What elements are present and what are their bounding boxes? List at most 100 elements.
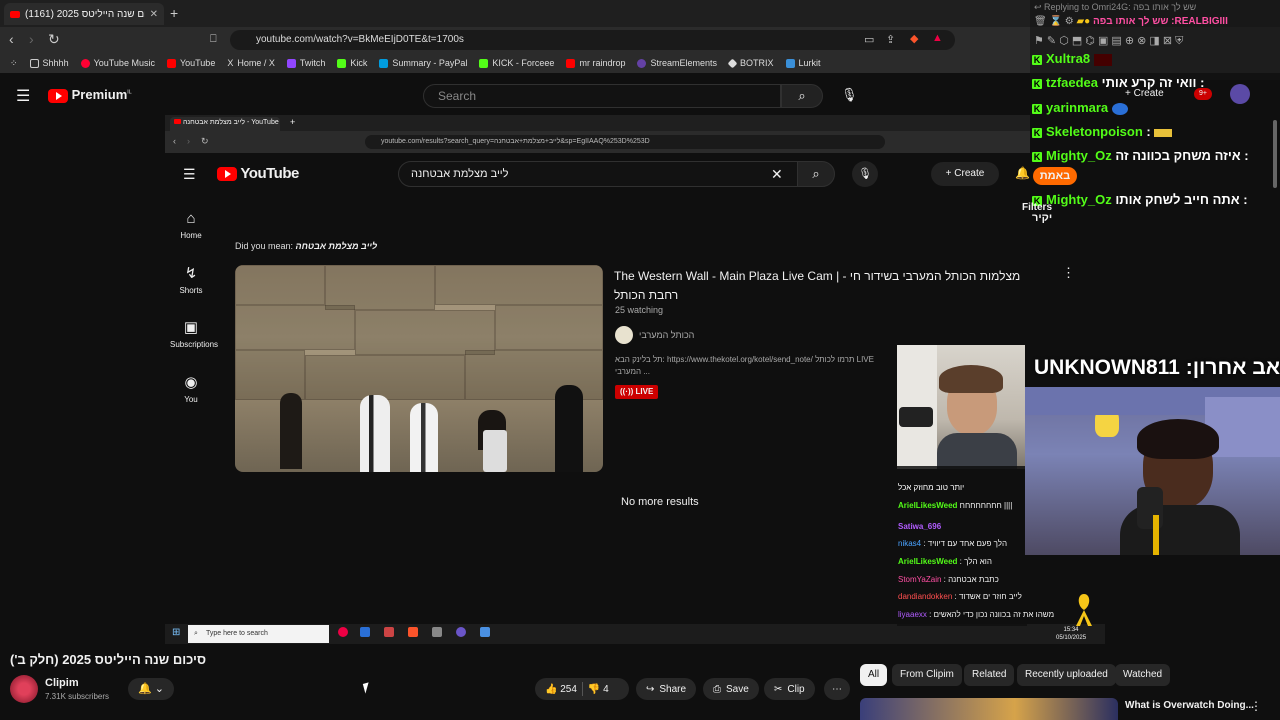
kick-icon: K (1032, 78, 1042, 89)
premium-label: Premium (71, 87, 128, 102)
live-label: LIVE (635, 387, 654, 396)
nav-shorts: ↯ Shorts (170, 264, 212, 295)
inner-create-button: + Create (931, 162, 999, 186)
emote (1093, 53, 1112, 66)
bookmark-item[interactable]: StreamElements (637, 58, 717, 68)
inner-url-text: youtube.com/results?search_query=לייב+מצ… (381, 138, 650, 145)
inner-tab-bar: לייב מצלמת אבטחנה - YouTube + (165, 115, 1030, 131)
recommended-thumbnail[interactable] (860, 698, 1118, 720)
browser-tab[interactable]: (1161) סיכום שנה הייליטס 2025 ✕ (4, 3, 164, 25)
chat-user: Skeletonpoison (1046, 124, 1143, 139)
chat-line: K Mighty_Oz איזה משחק בכוונה זה : (1032, 148, 1249, 163)
emote (1111, 102, 1128, 115)
clip-button[interactable]: ✂ Clip (764, 678, 815, 700)
chip-all[interactable]: All (860, 664, 888, 686)
bookmark-item[interactable]: Summary - PayPal (379, 58, 467, 68)
inner-mic-icon: 🎙 (852, 161, 878, 187)
menu-icon[interactable]: ☰ (16, 86, 30, 106)
inner-chat-line: ArielLikesWeed חחחחחחחח |||| (898, 501, 1012, 510)
share-icon[interactable]: ⇪ (886, 33, 895, 46)
search-button[interactable]: ⌕ (781, 84, 823, 108)
nav-label: You (184, 395, 198, 404)
reload-icon: ↻ (201, 136, 209, 146)
badge-icon: ▰● (1076, 16, 1091, 27)
youtube-icon (174, 119, 181, 124)
apps-icon[interactable]: ⁘ (10, 58, 18, 69)
more-actions-button[interactable]: ⋯ (824, 678, 850, 700)
new-tab-button[interactable]: + (170, 5, 178, 21)
shorts-icon: ↯ (184, 265, 198, 282)
mic-icon[interactable]: 🎙 (841, 87, 858, 103)
taskbar-search: ⌕ Type here to search (188, 625, 329, 643)
chat-message: לייב חוזר ים אשדוד (958, 592, 1022, 601)
bookmark-item[interactable]: YouTube Music (80, 58, 155, 68)
forward-icon[interactable]: › (29, 31, 34, 47)
recommended-title[interactable]: What is Overwatch Doing... (1125, 700, 1254, 711)
channel-avatar[interactable] (10, 675, 38, 703)
emote (1154, 128, 1173, 137)
highlight-badge: באמת (1033, 167, 1077, 185)
nav-home: ⌂ Home (170, 210, 212, 240)
cast-icon[interactable]: ▭ (864, 33, 874, 46)
chip-from-channel[interactable]: From Clipim (892, 664, 962, 686)
youtube-icon (10, 10, 20, 18)
bookmark-item[interactable]: mr raindrop (566, 58, 625, 68)
brave-rewards-icon[interactable]: ▲ (932, 32, 943, 44)
chat-message: אתה חייב לשחק אותו : (1115, 192, 1248, 207)
back-icon: ‹ (173, 136, 176, 146)
reload-icon[interactable]: ↻ (48, 31, 60, 48)
inner-chat-line: dandiandokken : לייב חוזר ים אשדוד (898, 592, 1022, 601)
search-input[interactable]: Search (423, 84, 781, 108)
share-button[interactable]: ↪ Share (636, 678, 697, 700)
chat-message: איזה משחק בכוונה זה : (1115, 148, 1249, 163)
bookmark-item[interactable]: BOTRIX (727, 58, 774, 68)
clear-icon: ✕ (771, 166, 783, 182)
bookmark-item[interactable]: YouTube (166, 58, 215, 68)
taskbar-app-icon (432, 627, 442, 637)
more-options-icon: ⋮ (1062, 265, 1075, 280)
share-icon: ↪ (646, 683, 655, 695)
like-button[interactable]: 👍 254 (545, 684, 577, 695)
taskbar-app-icon (338, 627, 348, 637)
chat-user: Xultra8 (1046, 51, 1091, 66)
did-you-mean-value: לייב מצלמת אבטחה (295, 241, 378, 251)
chip-recently-uploaded[interactable]: Recently uploaded (1017, 664, 1116, 686)
more-options-icon[interactable]: ⋮ (1250, 699, 1262, 713)
bookmark-item[interactable]: X Home / X (227, 58, 275, 68)
avatar (1230, 84, 1250, 104)
back-icon[interactable]: ‹ (9, 31, 14, 47)
youtube-premium-logo[interactable]: PremiumIL (48, 87, 132, 103)
like-dislike-group: 👍 254 👎 4 (535, 678, 629, 700)
inner-chat-line: liyaaexx : משהו את זה בכוונה נכון כדי לה… (898, 610, 1055, 619)
save-button[interactable]: ⎙ Save (703, 678, 759, 700)
channel-name[interactable]: Clipim (45, 677, 79, 689)
chat-scrollbar[interactable] (1273, 120, 1277, 188)
bookmark-item[interactable]: Shhhh (29, 58, 69, 68)
inner-search-input: לייב מצלמת אבטחנה ✕ (398, 161, 798, 187)
bookmark-item[interactable]: Lurkit (785, 58, 821, 68)
shirt (937, 433, 1017, 469)
brave-shield-icon[interactable]: ◆ (910, 32, 918, 45)
chat-line: Ktzfaedea וואי זה קרע אותי : (1032, 75, 1204, 90)
close-tab-icon[interactable]: ✕ (150, 9, 158, 20)
bookmark-item[interactable]: KICK - Forceee (479, 58, 554, 68)
tab-title: (1161) סיכום שנה הייליטס 2025 (25, 8, 145, 20)
chat-user: tzfaedea (1046, 75, 1099, 90)
inner-url-bar: youtube.com/results?search_query=לייב+מצ… (365, 135, 885, 149)
url-bar[interactable]: youtube.com/watch?v=BkMeEIjD0TE&t=1700s (230, 30, 955, 50)
subscribe-notification-button[interactable]: 🔔 ⌄ (128, 678, 174, 700)
bookmark-label: Lurkit (798, 58, 821, 68)
clip-label: Clip (787, 683, 805, 695)
chip-watched[interactable]: Watched (1115, 664, 1171, 686)
inner-search-icon: ⌕ (797, 161, 835, 187)
nav-label: Home (180, 231, 202, 240)
nav-you: ◉ You (170, 373, 212, 404)
bookmark-icon[interactable]: ⎕ (210, 33, 217, 46)
chat-user: Satiwa_696 (898, 522, 942, 531)
dislike-button[interactable]: 👎 4 (588, 684, 609, 695)
hair (1137, 419, 1219, 459)
date: 05/10/2025 (1056, 635, 1087, 641)
bookmark-item[interactable]: Kick (337, 58, 367, 68)
chip-related[interactable]: Related (964, 664, 1015, 686)
bookmark-item[interactable]: Twitch (286, 58, 325, 68)
